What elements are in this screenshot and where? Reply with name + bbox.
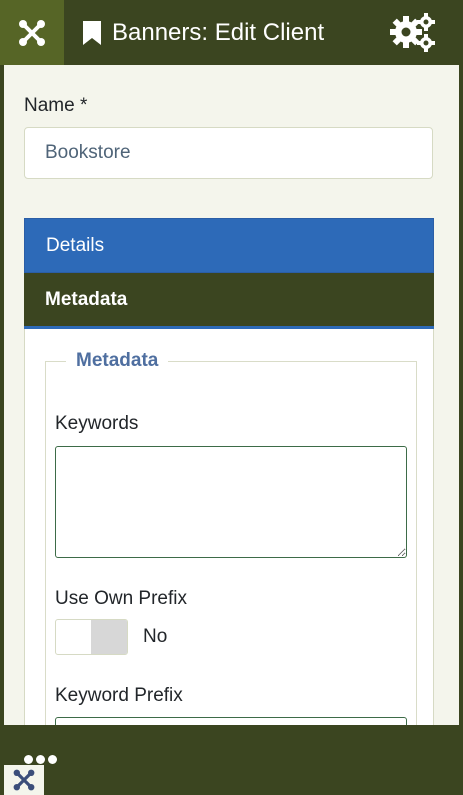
left-edge bbox=[0, 65, 4, 725]
joomla-logo-icon[interactable] bbox=[4, 765, 44, 795]
name-label: Name * bbox=[24, 95, 88, 116]
bottom-toolbar bbox=[0, 725, 463, 795]
own-prefix-switch[interactable] bbox=[55, 619, 128, 655]
joomla-logo-icon[interactable] bbox=[0, 0, 64, 65]
right-edge bbox=[459, 65, 463, 725]
fieldset-legend: Metadata bbox=[66, 350, 169, 372]
switch-knob bbox=[91, 620, 127, 654]
tab-list: Details Metadata bbox=[24, 218, 434, 329]
own-prefix-label: Use Own Prefix bbox=[55, 588, 187, 609]
gears-icon[interactable] bbox=[389, 12, 437, 52]
app-header: Banners: Edit Client bbox=[0, 0, 463, 65]
metadata-panel: Metadata Keywords Use Own Prefix No Keyw… bbox=[24, 329, 434, 757]
tab-metadata[interactable]: Metadata bbox=[24, 273, 434, 329]
keywords-label: Keywords bbox=[55, 413, 139, 434]
page-title-wrap: Banners: Edit Client bbox=[82, 19, 324, 47]
bookmark-icon bbox=[83, 20, 101, 45]
keyword-prefix-label: Keyword Prefix bbox=[55, 685, 183, 706]
page-title: Banners: Edit Client bbox=[112, 18, 325, 46]
more-dots-icon[interactable] bbox=[24, 755, 57, 764]
keywords-textarea[interactable] bbox=[55, 446, 407, 558]
tab-details[interactable]: Details bbox=[24, 218, 434, 273]
name-input[interactable] bbox=[24, 127, 433, 179]
own-prefix-value: No bbox=[143, 626, 168, 647]
